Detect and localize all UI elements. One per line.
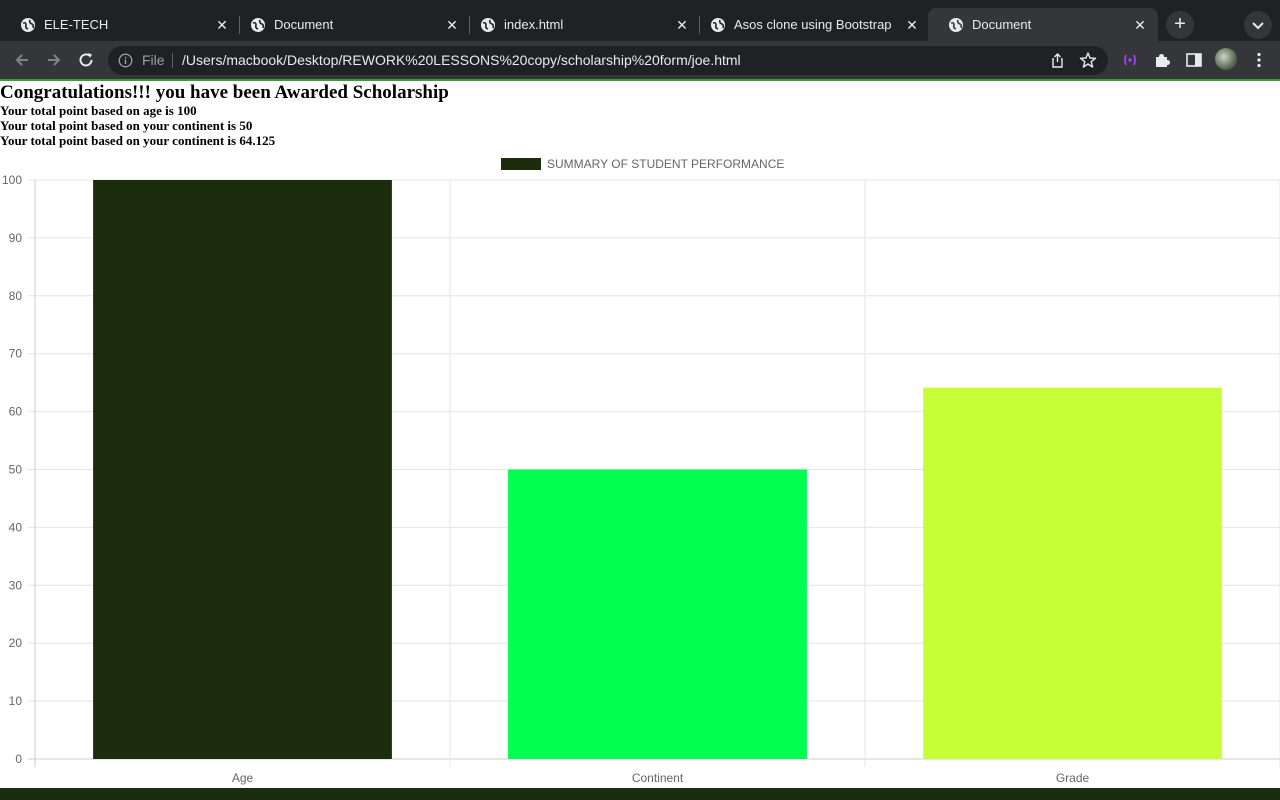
bar-grade[interactable] [923,387,1222,759]
y-tick-label: 50 [9,463,23,477]
address-divider [172,53,173,68]
chart-bars [93,180,1222,759]
address-bar[interactable]: File /Users/macbook/Desktop/REWORK%20LES… [108,46,1108,75]
x-axis-labels: Age Continent Grade [232,771,1090,785]
page-bottom-bar [0,788,1280,800]
age-points-text: Your total point based on age is 100 [0,103,197,118]
bar-age[interactable] [93,180,392,759]
legend-label: SUMMARY OF STUDENT PERFORMANCE [547,157,784,171]
bar-continent[interactable] [508,469,807,760]
x-tick-label: Age [232,771,254,785]
grade-points-text: Your total point based on your continent… [0,133,276,148]
more-vert-icon[interactable] [1250,51,1268,69]
back-arrow-icon[interactable] [12,50,32,70]
continent-points-text: Your total point based on your continent… [0,118,253,133]
tab-search-button[interactable] [1244,11,1272,39]
puzzle-piece-icon[interactable] [1153,51,1171,69]
close-icon[interactable]: ✕ [214,17,230,33]
tab-title: Document [274,17,334,32]
globe-icon [949,17,963,32]
chart-legend[interactable]: SUMMARY OF STUDENT PERFORMANCE [501,157,784,171]
url-scheme-label: File [142,52,165,68]
y-tick-label: 0 [15,752,22,766]
chevron-down-icon [1252,22,1264,30]
globe-icon [711,17,725,32]
y-tick-label: 40 [9,520,23,534]
close-icon[interactable]: ✕ [1132,17,1148,33]
tab-title: Document [972,17,1032,32]
side-panel-icon[interactable] [1185,51,1203,69]
y-tick-label: 10 [9,694,23,708]
profile-avatar[interactable] [1215,48,1237,70]
y-tick-label: 60 [9,405,23,419]
y-tick-label: 70 [9,347,23,361]
x-tick-label: Grade [1056,771,1090,785]
new-tab-button[interactable]: + [1166,11,1194,39]
y-tick-label: 20 [9,636,23,650]
legend-swatch [501,158,541,170]
performance-bar-chart: 0 10 20 30 40 50 60 70 80 90 100 Age Continent Grade… [2,157,1280,785]
page-top-border [0,79,1280,81]
browser-tab-5-active[interactable]: Document ✕ [928,8,1158,41]
browser-tab-strip: ELE-TECH ✕ Document ✕ index.html ✕ Asos … [0,0,1280,41]
info-icon[interactable] [118,53,133,68]
y-axis-ticks: 0 10 20 30 40 50 60 70 80 90 100 [2,173,22,766]
browser-tab-1[interactable]: ELE-TECH ✕ [0,8,240,41]
close-icon[interactable]: ✕ [904,17,920,33]
browser-tab-4[interactable]: Asos clone using Bootstrap ✕ [690,8,930,41]
reload-icon[interactable] [76,50,96,70]
browser-tab-3[interactable]: index.html ✕ [460,8,700,41]
y-tick-label: 90 [9,231,23,245]
y-tick-label: 80 [9,289,23,303]
forward-arrow-icon[interactable] [44,50,64,70]
x-tick-label: Continent [632,771,684,785]
globe-icon [481,17,495,32]
tab-title: Asos clone using Bootstrap [734,17,892,32]
y-tick-label: 30 [9,578,23,592]
browser-toolbar: File /Users/macbook/Desktop/REWORK%20LES… [0,41,1280,79]
close-icon[interactable]: ✕ [444,17,460,33]
tab-title: ELE-TECH [44,17,109,32]
bookmark-star-icon[interactable] [1079,51,1097,69]
tab-title: index.html [504,17,564,32]
share-icon[interactable] [1049,52,1066,69]
page-title: Congratulations!!! you have been Awarded… [0,82,449,103]
globe-icon [251,17,265,32]
url-text[interactable]: /Users/macbook/Desktop/REWORK%20LESSONS%… [182,52,741,68]
browser-tab-2[interactable]: Document ✕ [230,8,470,41]
y-tick-label: 100 [2,173,22,187]
extension-icon[interactable] [1121,51,1139,69]
globe-icon [21,17,35,32]
close-icon[interactable]: ✕ [674,17,690,33]
